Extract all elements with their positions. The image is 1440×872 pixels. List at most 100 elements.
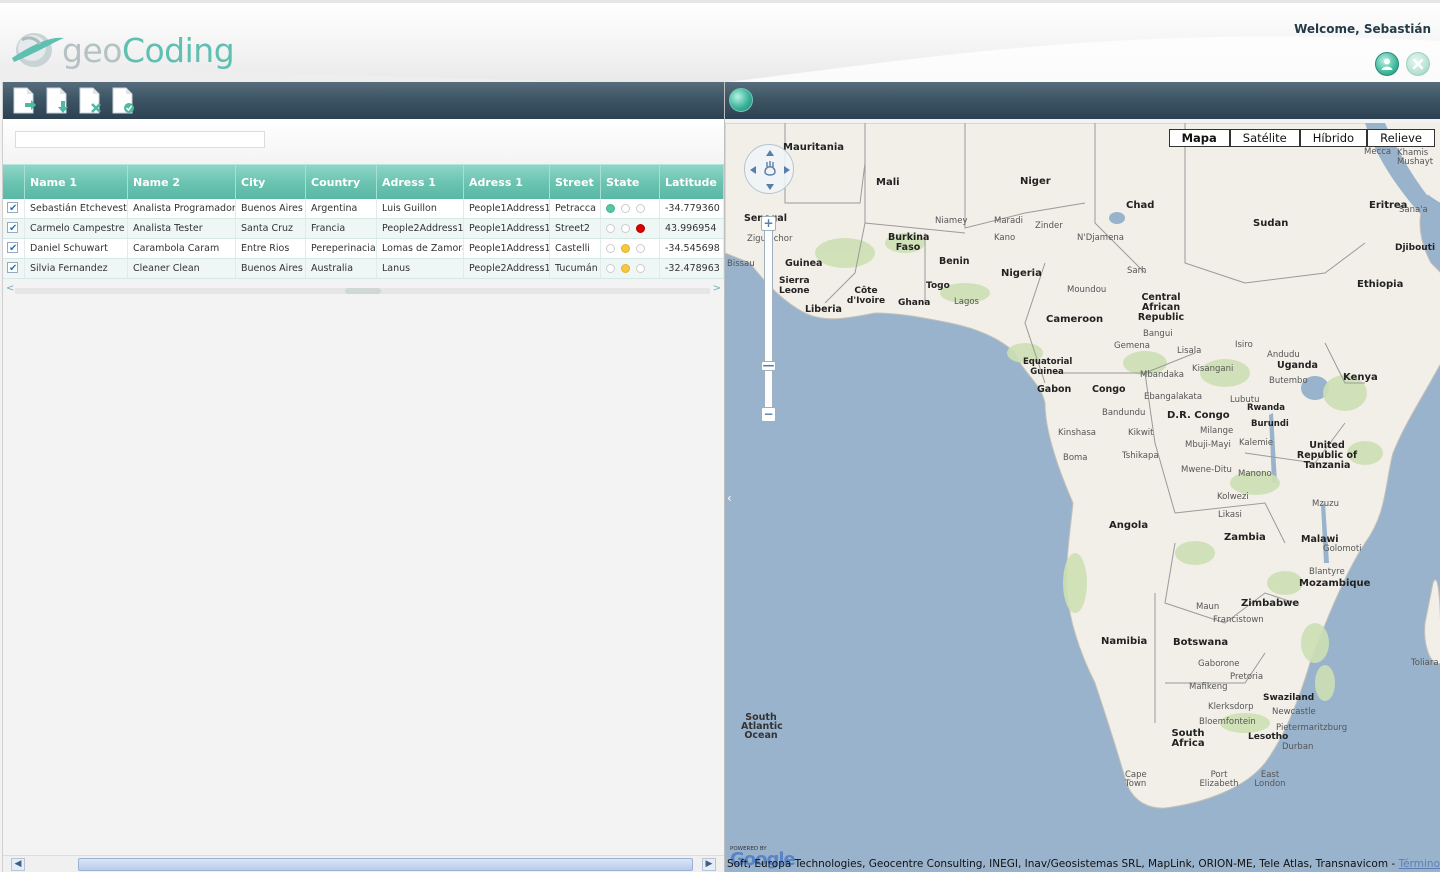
new-document-icon[interactable]: [11, 86, 37, 116]
column-header[interactable]: City: [236, 165, 306, 199]
collapse-panel-icon[interactable]: ‹: [727, 491, 732, 505]
map-type-hybrid[interactable]: Híbrido: [1299, 129, 1368, 147]
city-label: Kano: [994, 233, 1016, 243]
row-checkbox[interactable]: [7, 259, 18, 278]
table-cell-adress2: People1Address1: [464, 199, 550, 218]
country-label: Côte d'Ivoire: [846, 286, 886, 306]
city-label: N'Djamena: [1077, 233, 1124, 243]
column-header[interactable]: Name 1: [25, 165, 128, 199]
city-label: Kalemie: [1239, 438, 1274, 448]
scroll-right-icon[interactable]: >: [713, 283, 721, 294]
city-label: Bandundu: [1102, 408, 1146, 418]
city-label: Mafikeng: [1189, 682, 1228, 692]
country-label: Cameroon: [1046, 314, 1104, 325]
column-header[interactable]: Country: [306, 165, 377, 199]
scroll-left-icon[interactable]: <: [6, 283, 14, 294]
column-header[interactable]: Latitude: [660, 165, 724, 199]
pan-control[interactable]: [744, 144, 794, 194]
zoom-slider-handle[interactable]: —: [761, 359, 776, 371]
city-label: Cape Town: [1125, 770, 1147, 789]
state-indicator-yellow: [621, 264, 630, 273]
city-label: Newcastle: [1272, 707, 1316, 717]
map[interactable]: Mauritania Mali Niger Chad Sudan Eritrea…: [725, 123, 1440, 872]
city-label: Manono: [1238, 469, 1272, 479]
country-label: Congo: [1092, 384, 1126, 395]
table-row[interactable]: Daniel SchuwartCarambola CaramEntre Rios…: [3, 239, 724, 259]
table-cell-street: Tucumán: [550, 259, 601, 278]
row-checkbox[interactable]: [7, 219, 18, 238]
earth-icon[interactable]: [729, 88, 753, 112]
column-header[interactable]: Name 2: [128, 165, 236, 199]
city-label: Mzuzu: [1312, 499, 1340, 509]
table-cell-country: Argentina: [306, 199, 377, 218]
scroll-right-button[interactable]: ▶: [702, 858, 716, 871]
table-cell-city: Entre Rios: [236, 239, 306, 258]
table-cell-state: [601, 259, 660, 278]
table-cell-state: [601, 219, 660, 238]
table-row[interactable]: Silvia FernandezCleaner CleanBuenos Aire…: [3, 259, 724, 279]
city-label: Kikwit: [1128, 428, 1154, 438]
terms-of-use-link[interactable]: Términos de uso: [1399, 858, 1440, 870]
map-type-mapa[interactable]: Mapa: [1168, 129, 1230, 147]
accept-document-icon[interactable]: [110, 86, 136, 116]
row-checkbox[interactable]: [7, 239, 18, 258]
search-input[interactable]: [15, 131, 265, 148]
table-cell-name1: Silvia Fernandez: [25, 259, 128, 278]
grid-body: Sebastián EtchevestAnalista ProgramadorB…: [3, 199, 724, 279]
table-cell-name1: Sebastián Etchevest: [25, 199, 128, 218]
madagascar-landmass: [1424, 579, 1440, 665]
close-icon: [1412, 58, 1424, 70]
scroll-thumb[interactable]: [78, 858, 693, 871]
scroll-thumb[interactable]: [345, 288, 381, 294]
column-header[interactable]: Street: [550, 165, 601, 199]
city-label: Mbuji-Mayi: [1185, 440, 1231, 450]
scroll-left-button[interactable]: ◀: [11, 858, 25, 871]
city-label: Sana'a: [1399, 205, 1428, 215]
column-header[interactable]: Adress 1: [377, 165, 464, 199]
logo-text-coding: Coding: [121, 30, 235, 70]
country-label: Guinea: [785, 258, 823, 269]
city-label: Bissau: [727, 259, 755, 269]
map-panel: Mauritania Mali Niger Chad Sudan Eritrea…: [724, 82, 1440, 872]
logout-button[interactable]: [1406, 52, 1430, 76]
city-label: Klerksdorp: [1208, 702, 1254, 712]
header-select-all[interactable]: [3, 165, 25, 199]
country-label: Mali: [876, 177, 900, 188]
table-cell-country: Francia: [306, 219, 377, 238]
data-grid: Name 1 Name 2 City Country Adress 1 Adre…: [3, 164, 724, 279]
state-indicator-red: [636, 224, 645, 233]
city-label: Gaborone: [1198, 659, 1240, 669]
table-cell-street: Petracca: [550, 199, 601, 218]
filter-bar: [3, 119, 724, 163]
column-header[interactable]: Adress 1: [464, 165, 550, 199]
table-row[interactable]: Carmelo CampestreAnalista TesterSanta Cr…: [3, 219, 724, 239]
state-indicator-yellow: [621, 244, 630, 253]
city-label: Maun: [1196, 602, 1220, 612]
map-type-relief[interactable]: Relieve: [1367, 129, 1435, 147]
country-label: Angola: [1109, 520, 1149, 531]
city-label: Durban: [1282, 742, 1314, 752]
user-profile-button[interactable]: [1375, 52, 1399, 76]
zoom-out-button[interactable]: −: [761, 407, 776, 422]
table-cell-adress1: Lanus: [377, 259, 464, 278]
page-horizontal-scrollbar[interactable]: ◀ ▶: [3, 855, 724, 872]
delete-document-icon[interactable]: [77, 86, 103, 116]
city-label: Mwene-Ditu: [1181, 465, 1232, 475]
zoom-slider-track[interactable]: [764, 216, 773, 422]
edit-document-icon[interactable]: [44, 86, 70, 116]
city-label: Francistown: [1213, 615, 1264, 625]
table-cell-latitude: -34.545698: [660, 239, 724, 258]
header: geoCoding Welcome, Sebastián: [0, 0, 1440, 85]
zoom-in-button[interactable]: +: [761, 216, 776, 231]
map-type-satellite[interactable]: Satélite: [1229, 129, 1300, 147]
logo-text-geo: geo: [62, 30, 122, 70]
row-checkbox[interactable]: [7, 199, 18, 218]
table-row[interactable]: Sebastián EtchevestAnalista ProgramadorB…: [3, 199, 724, 219]
city-label: East London: [1254, 770, 1286, 789]
column-header[interactable]: State: [601, 165, 660, 199]
map-toolbar: [725, 82, 1440, 119]
city-label: Isiro: [1235, 340, 1253, 350]
country-label: Botswana: [1173, 637, 1229, 648]
grid-horizontal-scrollbar[interactable]: < >: [3, 283, 724, 296]
logo: geoCoding: [10, 25, 235, 75]
